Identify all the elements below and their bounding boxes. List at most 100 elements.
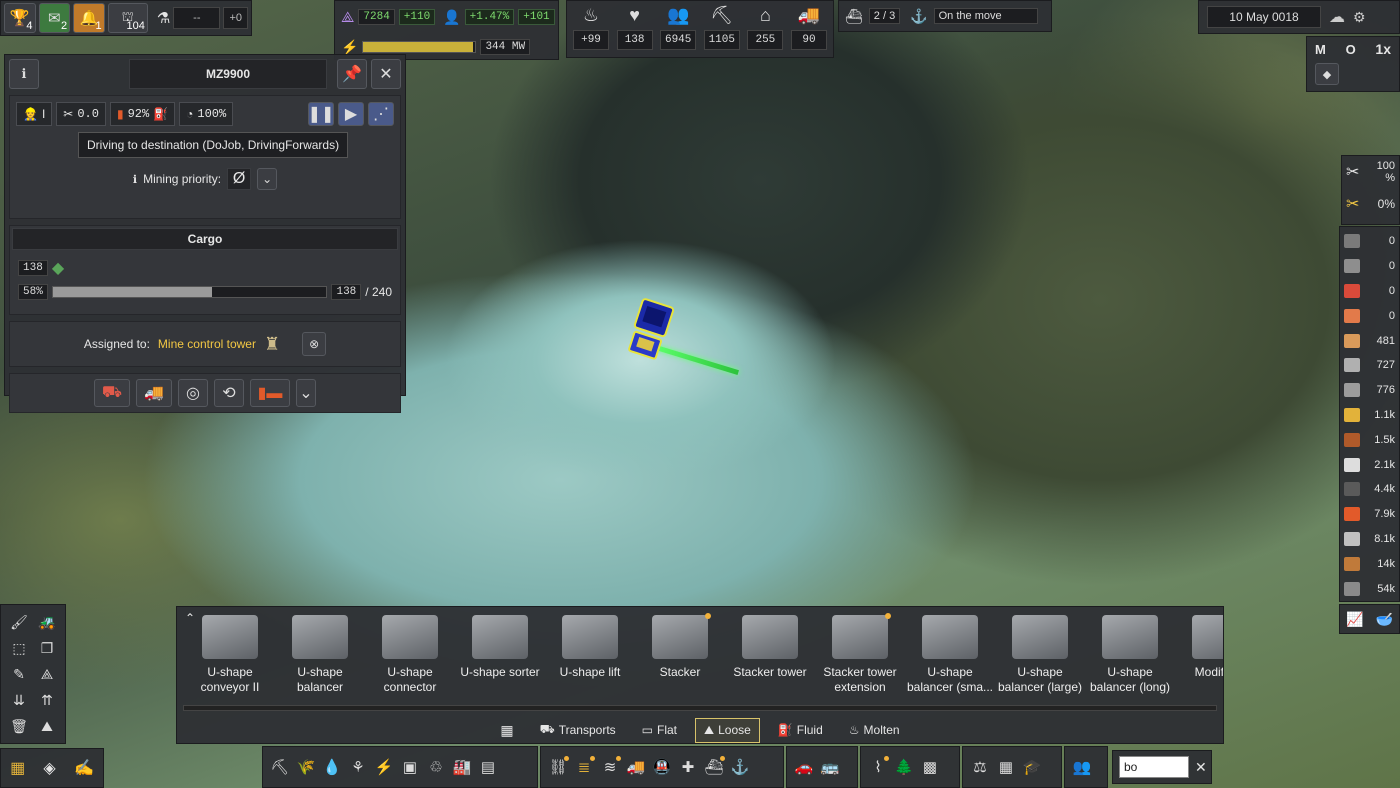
speed-o-button[interactable]: O: [1346, 42, 1356, 57]
locate-button[interactable]: ◎: [178, 379, 208, 407]
stock-row[interactable]: 4.4k: [1344, 477, 1395, 502]
storage-icon[interactable]: ▣: [399, 755, 421, 779]
stock-row[interactable]: 1.1k: [1344, 403, 1395, 428]
achievements-button[interactable]: 🏆 4: [4, 3, 36, 33]
build-item[interactable]: U-shape lift: [545, 611, 635, 705]
settings-icon[interactable]: ⚙: [1353, 9, 1366, 26]
tab-molten[interactable]: ♨ Molten: [841, 719, 908, 741]
build-item[interactable]: Modify pil: [1175, 611, 1223, 705]
stock-row[interactable]: 7.9k: [1344, 502, 1395, 527]
upgrade-icon[interactable]: ⇈: [35, 689, 59, 711]
go-to-depot-button[interactable]: 🚚: [136, 379, 172, 407]
build-item[interactable]: U-shape balancer (large): [995, 611, 1085, 705]
unity-tool-icon[interactable]: ⟁: [35, 663, 59, 685]
search-input[interactable]: [1119, 756, 1189, 778]
terrain-tool-icon[interactable]: ⛰: [35, 715, 59, 737]
train-icon[interactable]: 🚇: [651, 755, 673, 779]
fuel-dropdown-button[interactable]: ⌄: [296, 379, 316, 407]
tab-loose[interactable]: ⛰ Loose: [695, 717, 760, 743]
alerts-button[interactable]: 🔔 1: [73, 3, 105, 33]
build-item[interactable]: U-shape connector: [365, 611, 455, 705]
tab-transports[interactable]: ⛟ Transports: [532, 718, 624, 742]
tab-fluid[interactable]: ⛽ Fluid: [770, 719, 831, 741]
farming-icon[interactable]: 🌾: [295, 755, 317, 779]
clear-search-icon[interactable]: ✕: [1195, 759, 1207, 776]
stock-row[interactable]: 54k: [1344, 576, 1395, 601]
mining-priority-value[interactable]: Ø: [227, 168, 252, 190]
speed-value[interactable]: 1x: [1375, 41, 1391, 57]
workers-button[interactable]: ⛫ 104: [107, 3, 148, 33]
pin-button[interactable]: 📌: [337, 59, 367, 89]
dock-icon[interactable]: ⚓: [729, 755, 751, 779]
waste-icon[interactable]: ♲: [425, 755, 447, 779]
stock-row[interactable]: 0: [1344, 254, 1395, 279]
copy-icon[interactable]: ❐: [35, 637, 59, 659]
crops-icon[interactable]: ⚘: [347, 755, 369, 779]
info-button[interactable]: ℹ: [9, 59, 39, 89]
fuel-select-button[interactable]: ▮▬: [250, 379, 290, 407]
recover-button[interactable]: ⛟: [94, 379, 130, 407]
stock-row[interactable]: 8.1k: [1344, 527, 1395, 552]
ship-status[interactable]: ⛴ 2 / 3 ⚓ On the move: [838, 0, 1052, 32]
edit-icon[interactable]: ✍: [74, 758, 94, 778]
build-item[interactable]: U-shape balancer (sma...: [905, 611, 995, 705]
build-item[interactable]: U-shape balancer: [275, 611, 365, 705]
priority-dropdown-button[interactable]: ⌄: [257, 168, 278, 190]
industry-icon[interactable]: 🏭: [451, 755, 473, 779]
tab-all[interactable]: ▦: [492, 718, 521, 743]
power-icon[interactable]: ⚡: [373, 755, 395, 779]
eyedropper-icon[interactable]: ✎: [7, 663, 31, 685]
build-item[interactable]: Stacker tower: [725, 611, 815, 705]
downgrade-icon[interactable]: ⇊: [7, 689, 31, 711]
unassign-button[interactable]: ⊗: [302, 332, 327, 356]
stock-row[interactable]: 481: [1344, 328, 1395, 353]
assigned-value[interactable]: Mine control tower: [158, 337, 256, 351]
crossing-icon[interactable]: ✚: [677, 755, 699, 779]
mining-icon[interactable]: ⛏: [269, 755, 291, 779]
vehicle-tool-icon[interactable]: 🚜: [35, 611, 59, 633]
bus-icon[interactable]: 🚌: [819, 755, 841, 779]
conveyor-icon[interactable]: ⛓: [547, 755, 569, 779]
bridge-icon[interactable]: ⌇: [867, 755, 889, 779]
stock-row[interactable]: 0: [1344, 229, 1395, 254]
buildings-icon[interactable]: ▤: [477, 755, 499, 779]
policy-icon[interactable]: ⚖: [969, 755, 991, 779]
molten-transport-icon[interactable]: ≋: [599, 755, 621, 779]
replace-button[interactable]: ⟲: [214, 379, 244, 407]
trash-icon[interactable]: 🗑: [7, 715, 31, 737]
build-item[interactable]: U-shape balancer (long): [1085, 611, 1175, 705]
layers-icon[interactable]: ◈: [43, 758, 55, 778]
stock-row[interactable]: 0: [1344, 303, 1395, 328]
city-icon[interactable]: ▦: [995, 755, 1017, 779]
map-layer-button[interactable]: ◆: [1315, 63, 1339, 85]
build-item[interactable]: U-shape conveyor II: [185, 611, 275, 705]
build-item[interactable]: Stacker: [635, 611, 725, 705]
select-icon[interactable]: ⬚: [7, 637, 31, 659]
speed-m-button[interactable]: M: [1315, 42, 1326, 57]
ship-icon[interactable]: ⛴: [703, 755, 725, 779]
tab-flat[interactable]: ▭ Flat: [634, 719, 685, 741]
loose-transport-icon[interactable]: ≣: [573, 755, 595, 779]
build-item[interactable]: Stacker tower extension: [815, 611, 905, 705]
stock-row[interactable]: 776: [1344, 378, 1395, 403]
messages-button[interactable]: ✉ 2: [38, 3, 71, 33]
build-scrollbar[interactable]: [183, 705, 1217, 711]
vehicle-depot-icon[interactable]: 🚚: [625, 755, 647, 779]
bowl-icon[interactable]: 🥣: [1376, 611, 1393, 628]
graph-icon[interactable]: 📈: [1346, 611, 1363, 628]
water-icon[interactable]: 💧: [321, 755, 343, 779]
people-icon[interactable]: 👥: [1071, 755, 1093, 779]
build-item[interactable]: U-shape sorter: [455, 611, 545, 705]
close-button[interactable]: ✕: [371, 59, 401, 89]
trees-icon[interactable]: 🌲: [893, 755, 915, 779]
grid-icon[interactable]: ▦: [10, 758, 25, 778]
stock-row[interactable]: 0: [1344, 279, 1395, 304]
stock-row[interactable]: 14k: [1344, 551, 1395, 576]
route-button[interactable]: ⋰: [368, 102, 394, 126]
stock-row[interactable]: 727: [1344, 353, 1395, 378]
stock-row[interactable]: 2.1k: [1344, 452, 1395, 477]
camera-button[interactable]: ▶: [338, 102, 364, 126]
car-icon[interactable]: 🚗: [793, 755, 815, 779]
pause-button[interactable]: ❚❚: [308, 102, 334, 126]
stock-row[interactable]: 1.5k: [1344, 427, 1395, 452]
